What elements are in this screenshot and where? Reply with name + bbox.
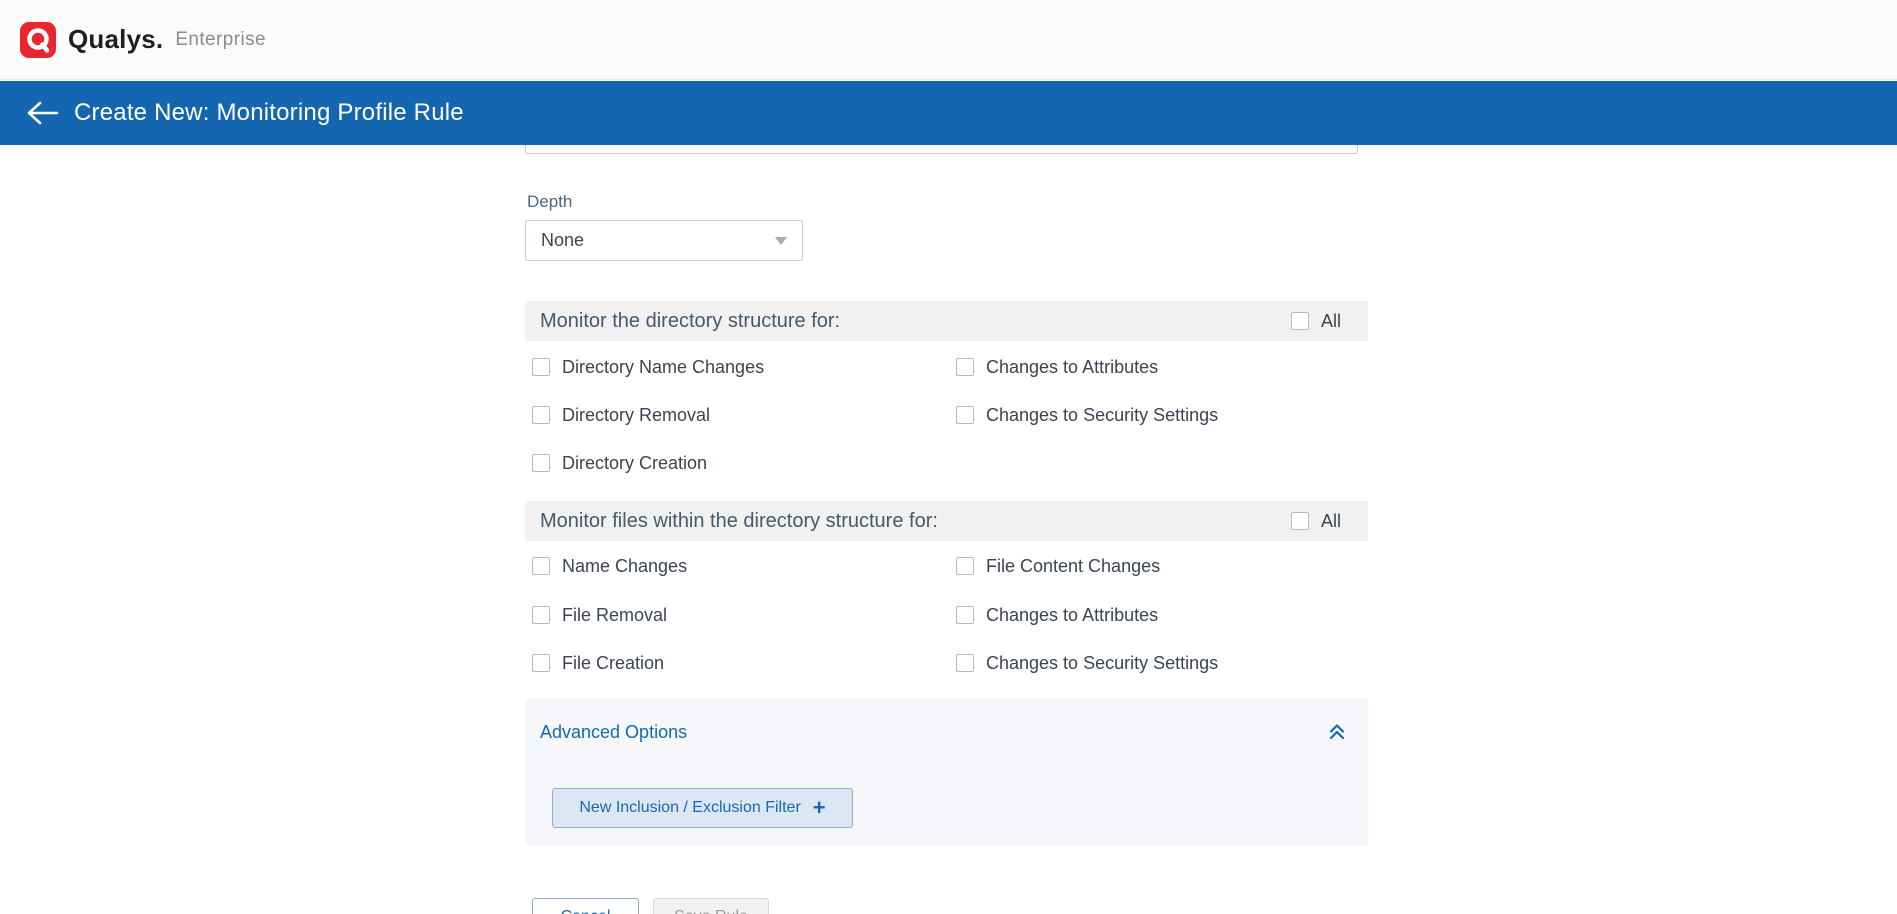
checkbox-row-file-removal[interactable]: File Removal <box>532 602 667 628</box>
checkbox-file-changes-attributes[interactable] <box>956 606 974 624</box>
advanced-options-panel: Advanced Options New Inclusion / Exclusi… <box>525 699 1368 845</box>
checkbox-row-directory-name-changes[interactable]: Directory Name Changes <box>532 354 764 380</box>
back-button[interactable] <box>22 96 62 130</box>
plus-icon: + <box>813 797 826 819</box>
checkbox-dir-changes-security[interactable] <box>956 406 974 424</box>
page-title: Create New: Monitoring Profile Rule <box>74 99 464 127</box>
page: Qualys. Enterprise Create New: Monitorin… <box>0 0 1897 914</box>
checkbox-directory-removal[interactable] <box>532 406 550 424</box>
checkbox-dir-changes-attributes[interactable] <box>956 358 974 376</box>
checkbox-label: Directory Removal <box>562 405 710 426</box>
brand-name: Qualys. <box>68 24 163 55</box>
checkbox-row-file-changes-security[interactable]: Changes to Security Settings <box>956 650 1218 676</box>
checkbox-label: Changes to Security Settings <box>986 405 1218 426</box>
checkbox-label: File Creation <box>562 653 664 674</box>
checkbox-label: Directory Creation <box>562 453 707 474</box>
checkbox-label: File Removal <box>562 605 667 626</box>
chevron-down-icon <box>775 237 787 245</box>
checkbox-label: File Content Changes <box>986 556 1160 577</box>
arrow-left-icon <box>25 100 59 126</box>
page-header-bar: Create New: Monitoring Profile Rule <box>0 81 1897 145</box>
checkbox-row-directory-creation[interactable]: Directory Creation <box>532 450 707 476</box>
checkbox-row-file-content-changes[interactable]: File Content Changes <box>956 553 1160 579</box>
checkbox-file-removal[interactable] <box>532 606 550 624</box>
filter-button-label: New Inclusion / Exclusion Filter <box>579 799 800 817</box>
checkbox-label: Directory Name Changes <box>562 357 764 378</box>
new-inclusion-exclusion-filter-button[interactable]: New Inclusion / Exclusion Filter + <box>552 788 853 828</box>
collapse-button[interactable] <box>1325 719 1349 743</box>
checkbox-label: Changes to Security Settings <box>986 653 1218 674</box>
checkbox-directory-name-changes[interactable] <box>532 358 550 376</box>
partial-text-input[interactable] <box>525 145 1358 154</box>
checkbox-label: Name Changes <box>562 556 687 577</box>
checkbox-file-content-changes[interactable] <box>956 557 974 575</box>
checkbox-row-file-creation[interactable]: File Creation <box>532 650 664 676</box>
checkbox-row-file-name-changes[interactable]: Name Changes <box>532 553 687 579</box>
checkbox-row-files-all[interactable]: All <box>1291 508 1341 534</box>
top-brand-bar: Qualys. Enterprise <box>0 0 1897 80</box>
depth-select[interactable]: None <box>525 220 803 261</box>
checkbox-label: Changes to Attributes <box>986 605 1158 626</box>
checkbox-label: All <box>1321 511 1341 532</box>
cancel-button[interactable]: Cancel <box>532 898 639 914</box>
checkbox-row-directory-removal[interactable]: Directory Removal <box>532 402 710 428</box>
checkbox-row-directory-all[interactable]: All <box>1291 308 1341 334</box>
section-directory-header: Monitor the directory structure for: <box>525 301 1368 341</box>
save-rule-button[interactable]: Save Rule <box>653 898 769 914</box>
section-files-header: Monitor files within the directory struc… <box>525 501 1368 541</box>
qualys-logo-icon <box>18 20 58 60</box>
checkbox-directory-all[interactable] <box>1291 312 1309 330</box>
checkbox-label: All <box>1321 311 1341 332</box>
checkbox-row-dir-changes-security[interactable]: Changes to Security Settings <box>956 402 1218 428</box>
checkbox-file-creation[interactable] <box>532 654 550 672</box>
chevron-double-up-icon <box>1327 721 1347 741</box>
checkbox-file-name-changes[interactable] <box>532 557 550 575</box>
brand-edition: Enterprise <box>175 29 266 51</box>
section-directory-title: Monitor the directory structure for: <box>540 310 840 333</box>
section-files-title: Monitor files within the directory struc… <box>540 510 938 533</box>
checkbox-label: Changes to Attributes <box>986 357 1158 378</box>
cancel-button-label: Cancel <box>561 908 611 914</box>
checkbox-directory-creation[interactable] <box>532 454 550 472</box>
advanced-options-toggle[interactable]: Advanced Options <box>540 722 687 743</box>
checkbox-row-file-changes-attributes[interactable]: Changes to Attributes <box>956 602 1158 628</box>
checkbox-row-dir-changes-attributes[interactable]: Changes to Attributes <box>956 354 1158 380</box>
depth-label: Depth <box>527 192 572 212</box>
save-button-label: Save Rule <box>674 908 748 914</box>
checkbox-file-changes-security[interactable] <box>956 654 974 672</box>
checkbox-files-all[interactable] <box>1291 512 1309 530</box>
depth-select-value: None <box>541 230 775 251</box>
